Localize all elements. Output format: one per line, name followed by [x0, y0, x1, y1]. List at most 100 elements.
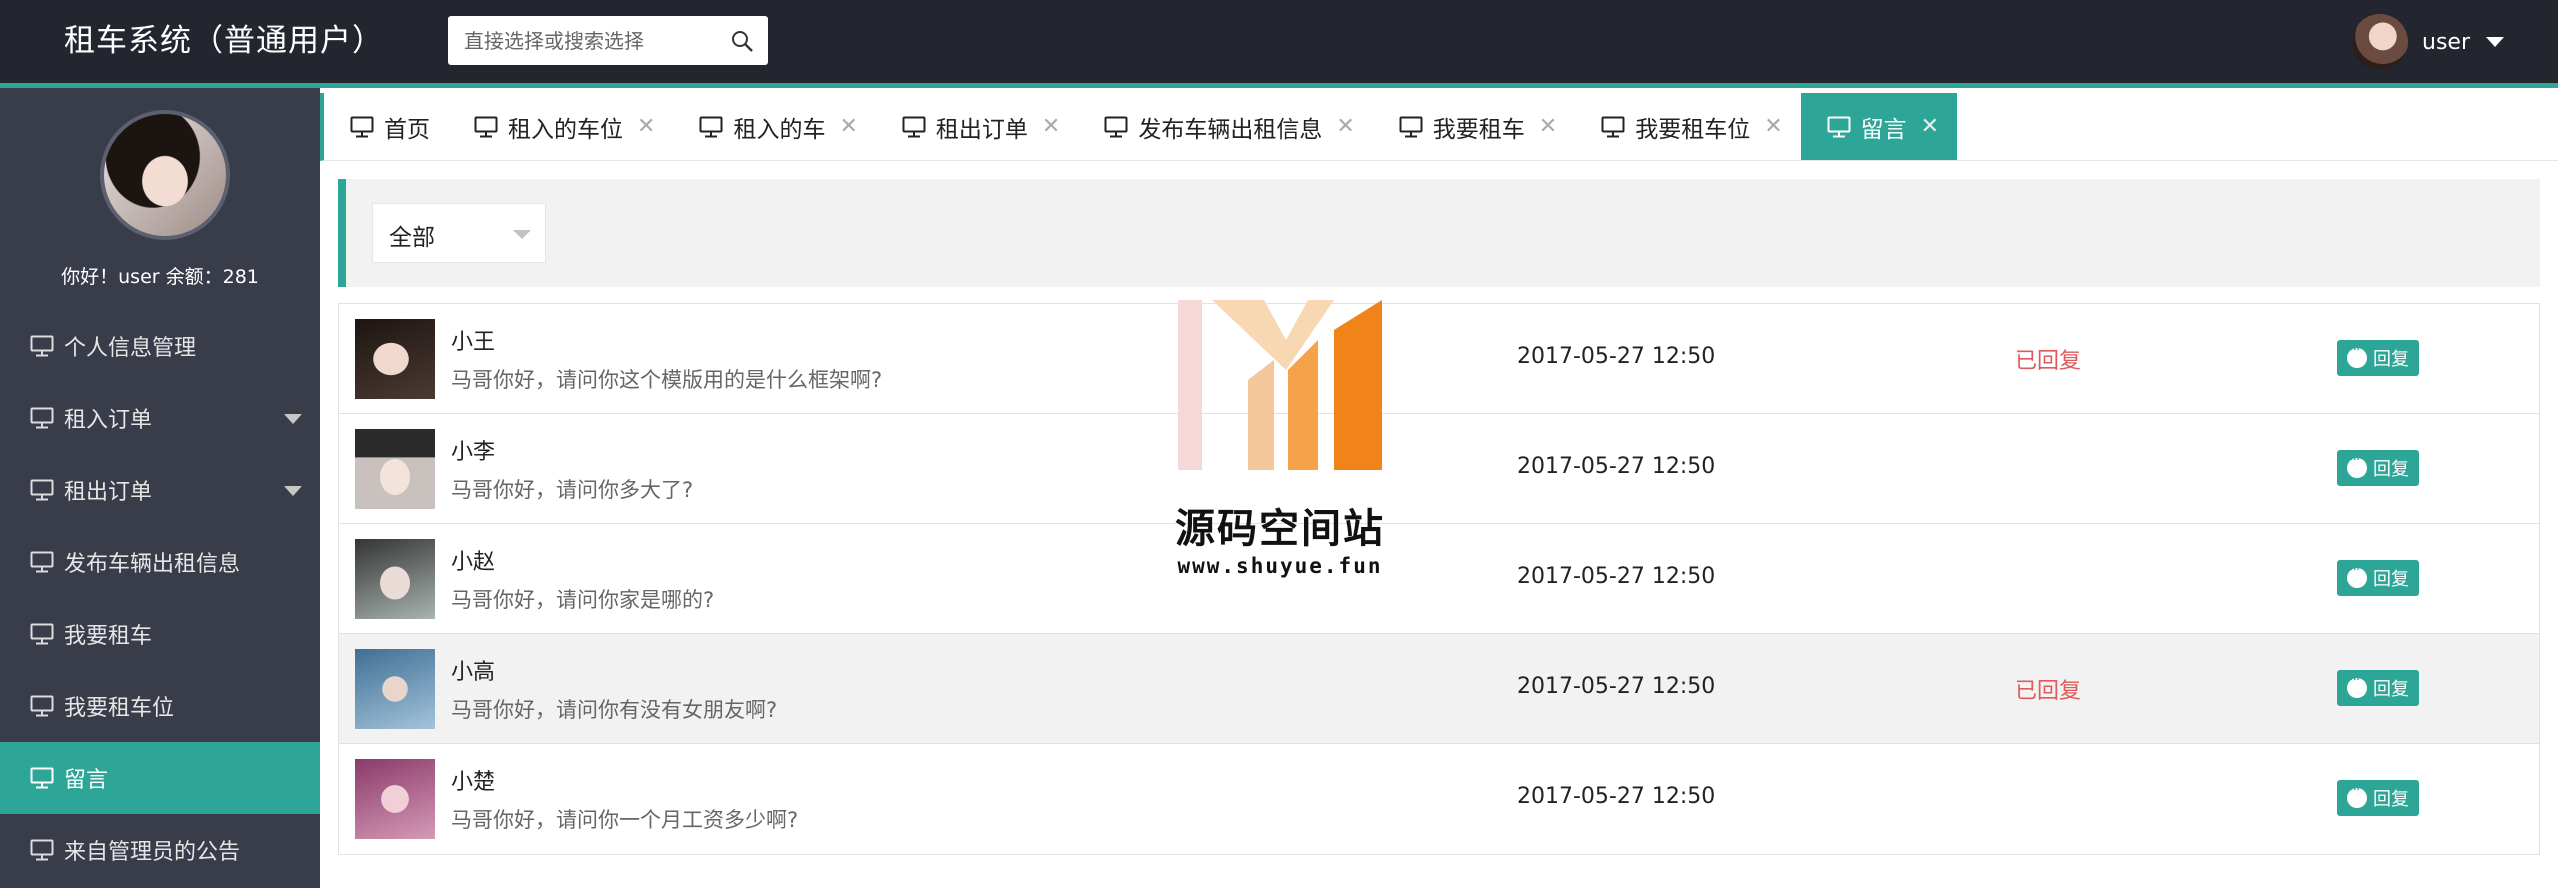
reply-button[interactable]: 回复	[2337, 560, 2419, 596]
sidebar-item-1[interactable]: 租入订单	[0, 382, 320, 454]
chat-icon	[2347, 452, 2367, 478]
caret-down-icon[interactable]	[2486, 37, 2504, 47]
monitor-icon	[30, 479, 54, 501]
search-box[interactable]	[448, 16, 768, 65]
chevron-down-icon[interactable]	[513, 230, 531, 239]
message-text: 马哥你好，请问你多大了?	[451, 478, 694, 502]
tab-3[interactable]: 租出订单 ✕	[876, 93, 1078, 160]
message-time: 2017-05-27 12:50	[1517, 454, 1716, 479]
close-icon[interactable]: ✕	[637, 114, 655, 139]
message-author: 小楚	[451, 770, 496, 795]
user-name[interactable]: user	[2422, 30, 2470, 55]
sidebar-item-label: 留言	[64, 768, 109, 793]
sidebar-item-label: 来自管理员的公告	[64, 840, 241, 865]
reply-label[interactable]: 回复	[2373, 785, 2409, 811]
reply-label[interactable]: 回复	[2373, 675, 2409, 701]
sidebar-item-label: 租出订单	[64, 480, 153, 505]
search-icon[interactable]	[730, 29, 754, 53]
tab-label: 我要租车位	[1635, 116, 1751, 143]
monitor-icon	[902, 116, 926, 137]
message-author: 小赵	[451, 550, 496, 575]
filter-selected-value[interactable]: 全部	[389, 218, 435, 252]
tab-2[interactable]: 租入的车 ✕	[673, 93, 875, 160]
close-icon[interactable]: ✕	[1336, 114, 1354, 139]
monitor-icon	[1104, 116, 1128, 137]
reply-label[interactable]: 回复	[2373, 565, 2409, 591]
close-icon[interactable]: ✕	[839, 114, 857, 139]
monitor-icon	[30, 767, 54, 789]
monitor-icon	[350, 116, 374, 137]
avatar	[355, 319, 435, 399]
watermark-url: www.shuyue.fun	[1177, 554, 1383, 578]
reply-button[interactable]: 回复	[2337, 340, 2419, 376]
sidebar-item-6[interactable]: 留言	[0, 742, 320, 814]
chat-icon	[2347, 342, 2367, 368]
app-title: 租车系统（普通用户）	[64, 23, 384, 59]
search-input[interactable]	[448, 16, 718, 65]
monitor-icon	[30, 551, 54, 573]
tab-label: 发布车辆出租信息	[1138, 116, 1323, 143]
tab-label: 租出订单	[935, 116, 1028, 143]
table-row: 小赵 马哥你好，请问你家是哪的? 2017-05-27 12:50 回复	[339, 524, 2539, 634]
close-icon[interactable]: ✕	[1539, 114, 1557, 139]
user-menu[interactable]: user	[2352, 14, 2504, 70]
profile-avatar	[100, 110, 230, 240]
close-icon[interactable]: ✕	[1764, 114, 1782, 139]
status-badge: 已回复	[2015, 349, 2082, 374]
message-author: 小李	[451, 440, 496, 465]
reply-button[interactable]: 回复	[2337, 780, 2419, 816]
sidebar-item-0[interactable]: 个人信息管理	[0, 310, 320, 382]
monitor-icon	[30, 623, 54, 645]
tab-label: 留言	[1860, 116, 1907, 143]
message-time: 2017-05-27 12:50	[1517, 564, 1716, 589]
message-time: 2017-05-27 12:50	[1517, 784, 1716, 809]
reply-label[interactable]: 回复	[2373, 345, 2409, 371]
tab-label: 首页	[384, 116, 430, 143]
message-text: 马哥你好，请问你一个月工资多少啊?	[451, 808, 799, 832]
table-row: 小高 马哥你好，请问你有没有女朋友啊? 2017-05-27 12:50 已回复…	[339, 634, 2539, 744]
sidebar-item-label: 发布车辆出租信息	[64, 552, 241, 577]
sidebar-item-2[interactable]: 租出订单	[0, 454, 320, 526]
close-icon[interactable]: ✕	[1921, 114, 1939, 139]
sidebar-nav: 个人信息管理 租入订单 租出订单 发布车辆出租信息 我要租车 我要租车位 留言 …	[0, 310, 320, 886]
monitor-icon	[1601, 116, 1625, 137]
sidebar-item-3[interactable]: 发布车辆出租信息	[0, 526, 320, 598]
message-text: 马哥你好，请问你家是哪的?	[451, 588, 715, 612]
avatar	[355, 649, 435, 729]
sidebar: 你好！user 余额：281 个人信息管理 租入订单 租出订单 发布车辆出租信息…	[0, 88, 320, 888]
tab-6[interactable]: 我要租车位 ✕	[1575, 93, 1800, 160]
watermark: 源码空间站 www.shuyue.fun	[1160, 300, 1400, 590]
reply-label[interactable]: 回复	[2373, 455, 2409, 481]
watermark-title: 源码空间站	[1175, 506, 1385, 552]
tab-bar: 首页 租入的车位 ✕ 租入的车 ✕ 租出订单 ✕ 发布车辆出租信息 ✕ 我要租车 ✕ 我要…	[320, 93, 2558, 161]
monitor-icon	[30, 335, 54, 357]
message-author: 小王	[451, 330, 496, 355]
status-badge: 已回复	[2015, 679, 2082, 704]
table-row: 小楚 马哥你好，请问你一个月工资多少啊? 2017-05-27 12:50 回复	[339, 744, 2539, 854]
chat-icon	[2347, 672, 2367, 698]
sidebar-item-label: 我要租车位	[64, 696, 175, 721]
main-content: 首页 租入的车位 ✕ 租入的车 ✕ 租出订单 ✕ 发布车辆出租信息 ✕ 我要租车 ✕ 我要…	[320, 93, 2558, 888]
caret-down-icon[interactable]	[284, 414, 302, 424]
reply-button[interactable]: 回复	[2337, 670, 2419, 706]
caret-down-icon[interactable]	[284, 486, 302, 496]
table-row: 小王 马哥你好，请问你这个模版用的是什么框架啊? 2017-05-27 12:5…	[339, 304, 2539, 414]
tab-1[interactable]: 租入的车位 ✕	[448, 93, 673, 160]
message-time: 2017-05-27 12:50	[1517, 674, 1716, 699]
sidebar-item-7[interactable]: 来自管理员的公告	[0, 814, 320, 886]
sidebar-item-label: 个人信息管理	[64, 336, 197, 361]
tab-5[interactable]: 我要租车 ✕	[1373, 93, 1575, 160]
close-icon[interactable]: ✕	[1042, 114, 1060, 139]
sidebar-item-5[interactable]: 我要租车位	[0, 670, 320, 742]
tab-7[interactable]: 留言 ✕	[1800, 93, 1958, 160]
user-avatar[interactable]	[2352, 14, 2408, 70]
sidebar-item-4[interactable]: 我要租车	[0, 598, 320, 670]
balance-greeting: 你好！user 余额：281	[61, 266, 259, 288]
watermark-logo	[1178, 300, 1382, 470]
tab-4[interactable]: 发布车辆出租信息 ✕	[1078, 93, 1372, 160]
status-filter-select[interactable]: 全部	[372, 203, 546, 263]
message-text: 马哥你好，请问你有没有女朋友啊?	[451, 698, 778, 722]
monitor-icon	[1827, 116, 1851, 137]
reply-button[interactable]: 回复	[2337, 450, 2419, 486]
tab-0[interactable]: 首页	[324, 93, 448, 160]
